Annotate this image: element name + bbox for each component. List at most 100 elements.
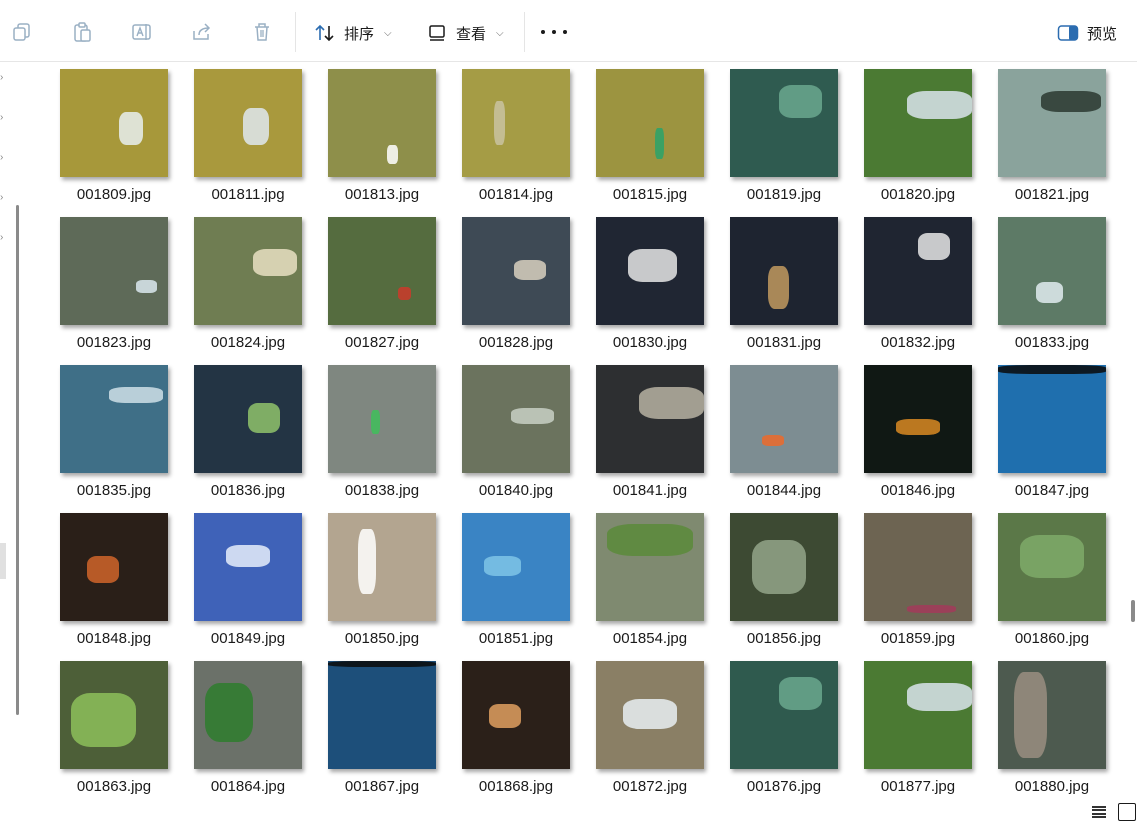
file-name-label[interactable]: 001876.jpg xyxy=(717,778,851,795)
file-name-label[interactable]: 001820.jpg xyxy=(851,186,985,203)
file-name-label[interactable]: 001819.jpg xyxy=(717,186,851,203)
file-name-label[interactable]: 001872.jpg xyxy=(583,778,717,795)
file-name-label[interactable]: 001809.jpg xyxy=(47,186,181,203)
chevron-right-icon[interactable]: › xyxy=(0,232,8,243)
file-thumbnail[interactable] xyxy=(194,661,302,769)
paste-icon[interactable] xyxy=(70,20,94,44)
file-name-label[interactable]: 001851.jpg xyxy=(449,630,583,647)
file-thumbnail[interactable] xyxy=(596,365,704,473)
rename-icon[interactable] xyxy=(130,20,154,44)
file-name-label[interactable]: 001832.jpg xyxy=(851,334,985,351)
file-thumbnail[interactable] xyxy=(730,513,838,621)
file-thumbnail[interactable] xyxy=(998,365,1106,473)
file-thumbnail[interactable] xyxy=(730,217,838,325)
file-thumbnail[interactable] xyxy=(730,365,838,473)
chevron-right-icon[interactable]: › xyxy=(0,72,8,83)
details-view-icon[interactable] xyxy=(1092,806,1106,818)
file-thumbnail[interactable] xyxy=(596,69,704,177)
file-thumbnail[interactable] xyxy=(596,513,704,621)
file-thumbnail[interactable] xyxy=(328,69,436,177)
file-thumbnail[interactable] xyxy=(462,69,570,177)
preview-pane-button[interactable]: 预览 xyxy=(1057,18,1117,48)
file-thumbnail[interactable] xyxy=(864,217,972,325)
file-thumbnail[interactable] xyxy=(998,661,1106,769)
file-name-label[interactable]: 001815.jpg xyxy=(583,186,717,203)
file-thumbnail[interactable] xyxy=(462,365,570,473)
file-name-label[interactable]: 001854.jpg xyxy=(583,630,717,647)
file-name-label[interactable]: 001835.jpg xyxy=(47,482,181,499)
file-thumbnail[interactable] xyxy=(864,365,972,473)
file-name-label[interactable]: 001859.jpg xyxy=(851,630,985,647)
file-thumbnail[interactable] xyxy=(730,69,838,177)
chevron-right-icon[interactable]: › xyxy=(0,192,8,203)
file-thumbnail[interactable] xyxy=(194,513,302,621)
sort-button[interactable]: 排序 ⌵ xyxy=(314,18,392,48)
file-thumbnail[interactable] xyxy=(596,217,704,325)
file-name-label[interactable]: 001823.jpg xyxy=(47,334,181,351)
thumbnail-image-content xyxy=(494,101,506,145)
file-name-label[interactable]: 001846.jpg xyxy=(851,482,985,499)
file-thumbnail[interactable] xyxy=(596,661,704,769)
file-thumbnail[interactable] xyxy=(328,217,436,325)
file-thumbnail[interactable] xyxy=(864,69,972,177)
file-name-label[interactable]: 001824.jpg xyxy=(181,334,315,351)
file-thumbnail[interactable] xyxy=(462,661,570,769)
file-thumbnail[interactable] xyxy=(998,69,1106,177)
file-name-label[interactable]: 001811.jpg xyxy=(181,186,315,203)
file-name-label[interactable]: 001856.jpg xyxy=(717,630,851,647)
file-thumbnail[interactable] xyxy=(730,661,838,769)
file-name-label[interactable]: 001863.jpg xyxy=(47,778,181,795)
file-thumbnail[interactable] xyxy=(998,217,1106,325)
file-name-label[interactable]: 001831.jpg xyxy=(717,334,851,351)
file-name-label[interactable]: 001840.jpg xyxy=(449,482,583,499)
file-name-label[interactable]: 001844.jpg xyxy=(717,482,851,499)
file-thumbnail[interactable] xyxy=(60,217,168,325)
file-name-label[interactable]: 001813.jpg xyxy=(315,186,449,203)
file-thumbnail[interactable] xyxy=(194,217,302,325)
file-thumbnail[interactable] xyxy=(864,661,972,769)
file-name-label[interactable]: 001814.jpg xyxy=(449,186,583,203)
file-name-label[interactable]: 001864.jpg xyxy=(181,778,315,795)
file-thumbnail[interactable] xyxy=(328,365,436,473)
file-thumbnail[interactable] xyxy=(194,69,302,177)
file-thumbnail[interactable] xyxy=(60,365,168,473)
nav-scrollbar[interactable] xyxy=(16,205,19,715)
view-button[interactable]: 查看 ⌵ xyxy=(428,18,504,48)
share-icon[interactable] xyxy=(190,20,214,44)
file-thumbnail[interactable] xyxy=(998,513,1106,621)
copy-icon[interactable] xyxy=(10,20,34,44)
file-thumbnail[interactable] xyxy=(462,217,570,325)
file-name-label[interactable]: 001838.jpg xyxy=(315,482,449,499)
file-name-label[interactable]: 001860.jpg xyxy=(985,630,1119,647)
more-icon[interactable] xyxy=(541,24,567,40)
chevron-right-icon[interactable]: › xyxy=(0,112,8,123)
file-name-label[interactable]: 001841.jpg xyxy=(583,482,717,499)
file-name-label[interactable]: 001821.jpg xyxy=(985,186,1119,203)
file-name-label[interactable]: 001868.jpg xyxy=(449,778,583,795)
file-thumbnail[interactable] xyxy=(864,513,972,621)
file-name-label[interactable]: 001828.jpg xyxy=(449,334,583,351)
file-name-label[interactable]: 001867.jpg xyxy=(315,778,449,795)
chevron-right-icon[interactable]: › xyxy=(0,152,8,163)
file-name-label[interactable]: 001849.jpg xyxy=(181,630,315,647)
file-name-label[interactable]: 001830.jpg xyxy=(583,334,717,351)
file-name-label[interactable]: 001847.jpg xyxy=(985,482,1119,499)
file-name-label[interactable]: 001827.jpg xyxy=(315,334,449,351)
view-label: 查看 xyxy=(456,25,487,43)
file-name-label[interactable]: 001850.jpg xyxy=(315,630,449,647)
delete-icon[interactable] xyxy=(250,20,274,44)
file-thumbnail[interactable] xyxy=(60,69,168,177)
file-thumbnail[interactable] xyxy=(60,513,168,621)
file-name-label[interactable]: 001836.jpg xyxy=(181,482,315,499)
file-name-label[interactable]: 001833.jpg xyxy=(985,334,1119,351)
file-thumbnail[interactable] xyxy=(328,661,436,769)
file-name-label[interactable]: 001848.jpg xyxy=(47,630,181,647)
file-thumbnail[interactable] xyxy=(328,513,436,621)
content-scrollbar[interactable] xyxy=(1131,600,1135,622)
file-name-label[interactable]: 001877.jpg xyxy=(851,778,985,795)
file-name-label[interactable]: 001880.jpg xyxy=(985,778,1119,795)
file-thumbnail[interactable] xyxy=(194,365,302,473)
large-icons-view-icon[interactable] xyxy=(1118,803,1136,821)
file-thumbnail[interactable] xyxy=(60,661,168,769)
file-thumbnail[interactable] xyxy=(462,513,570,621)
